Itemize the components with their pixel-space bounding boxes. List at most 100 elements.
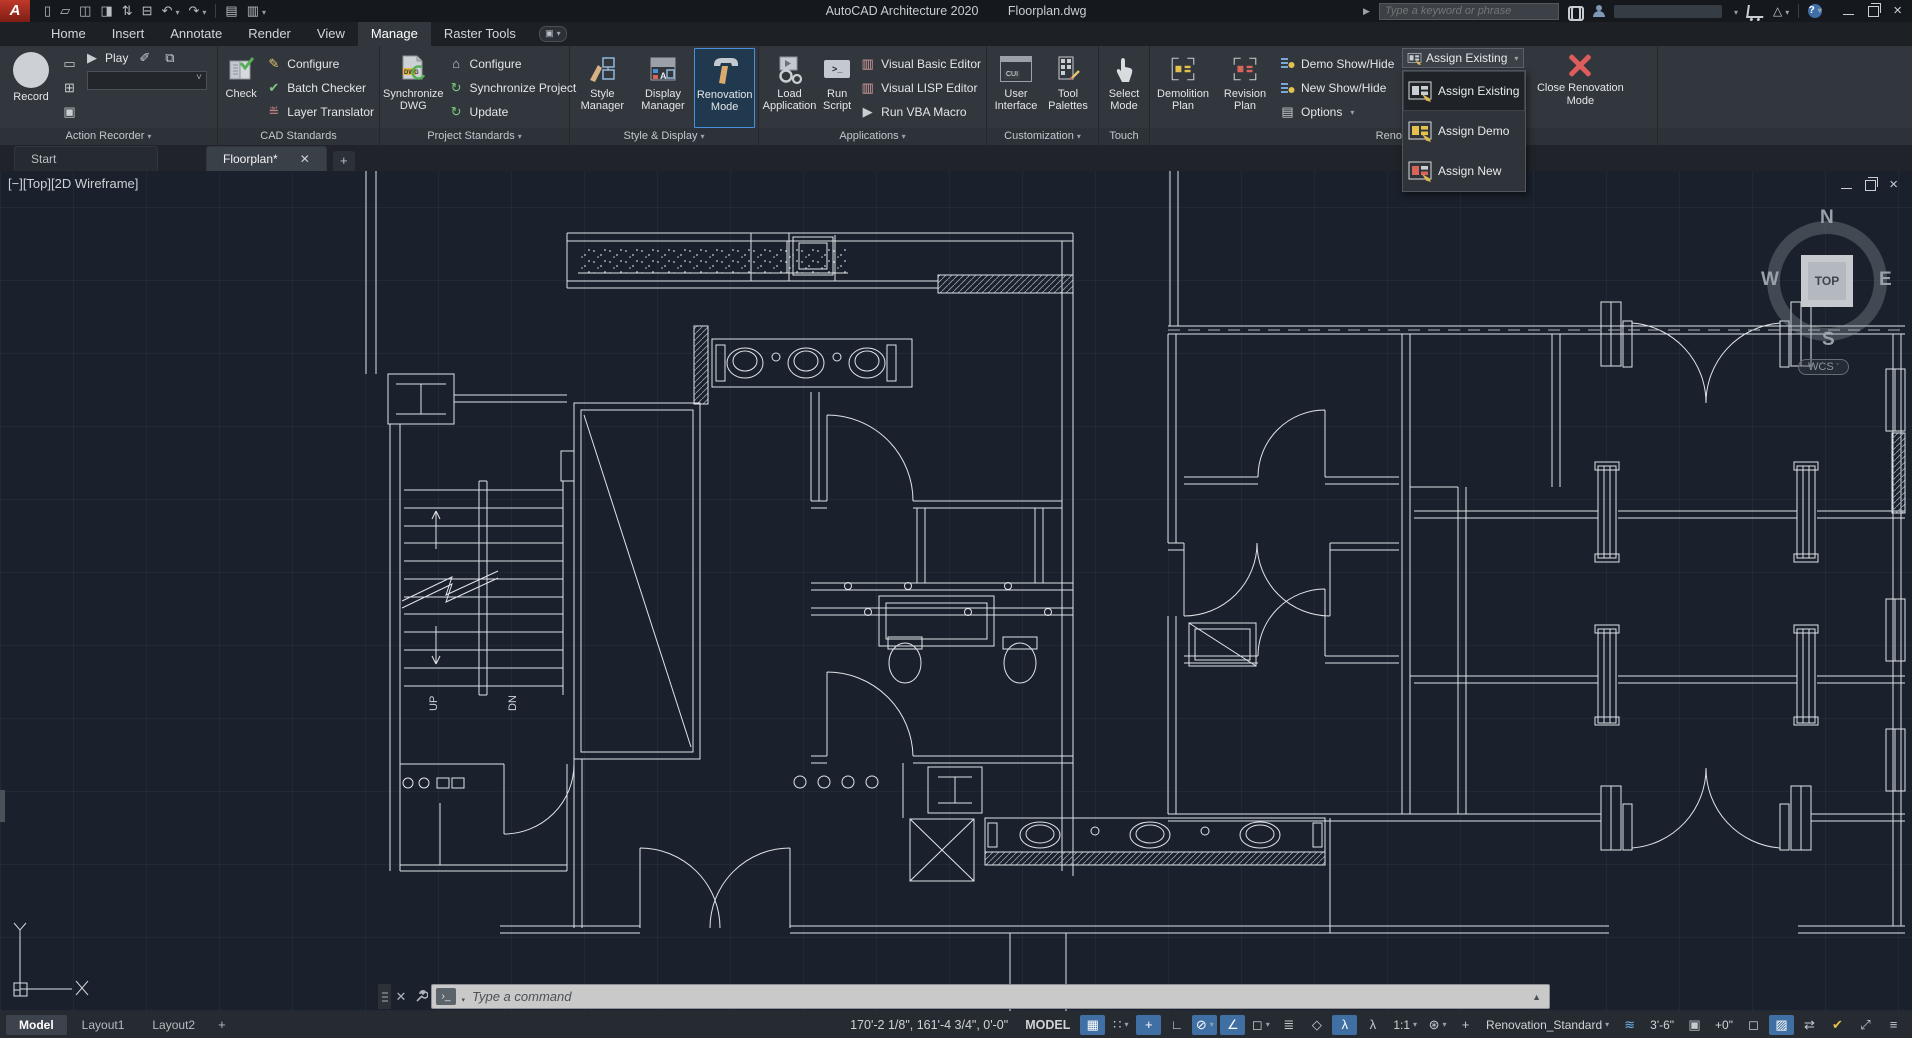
render-gallery-icon[interactable] xyxy=(539,26,567,42)
object-snap-icon[interactable]: ◻ xyxy=(1248,1015,1273,1035)
synchronize-dwg-button[interactable]: DWG Synchronize DWG xyxy=(383,48,444,128)
play-label[interactable]: Play xyxy=(105,51,128,65)
visual-lisp-editor-button[interactable]: ▥ Visual LISP Editor xyxy=(859,79,981,98)
xref-compare-icon[interactable]: ⇄ xyxy=(1797,1015,1822,1035)
store-cart-icon[interactable] xyxy=(1746,5,1765,18)
selection-cycling-icon[interactable]: ◇ xyxy=(1304,1015,1329,1035)
minimize-button[interactable] xyxy=(1843,14,1854,15)
search-expand-icon[interactable]: ▶ xyxy=(1363,6,1370,17)
model-tab[interactable]: Model xyxy=(6,1015,67,1035)
model-space-indicator[interactable]: MODEL xyxy=(1018,1018,1077,1032)
layer-translator-button[interactable]: ≝ Layer Translator xyxy=(265,103,374,122)
left-scrollbar-fragment[interactable] xyxy=(0,790,5,822)
viewcube-top-face[interactable]: TOP xyxy=(1801,255,1853,307)
command-input-bar[interactable]: Type a command ▲ xyxy=(431,984,1550,1009)
load-application-button[interactable]: Load Application xyxy=(762,48,817,128)
update-button[interactable]: ↻ Update xyxy=(448,103,577,122)
isometric-box-icon[interactable]: ▣ xyxy=(1682,1015,1707,1035)
tool-palettes-button[interactable]: Tool Palettes xyxy=(1044,48,1092,128)
panel-label-cad-standards[interactable]: CAD Standards xyxy=(218,128,379,145)
command-history-icon[interactable]: ▲ xyxy=(1532,992,1545,1002)
layer-states-icon[interactable]: ▥ xyxy=(247,3,266,19)
transfer-icon[interactable]: ⇅ xyxy=(122,3,133,19)
command-input[interactable]: Type a command xyxy=(472,989,1526,1004)
annotation-visibility-icon[interactable]: λ xyxy=(1332,1015,1357,1035)
command-bar-grip[interactable] xyxy=(378,984,391,1009)
user-interface-button[interactable]: User Interface xyxy=(990,48,1042,128)
viewcube-west[interactable]: W xyxy=(1761,269,1779,291)
wcs-menu[interactable]: WCS xyxy=(1798,359,1849,375)
tab-raster-tools[interactable]: Raster Tools xyxy=(431,22,529,46)
plot-icon[interactable]: ⊟ xyxy=(142,3,153,19)
app-logo-icon[interactable]: A xyxy=(0,0,30,22)
run-vba-macro-button[interactable]: ▶ Run VBA Macro xyxy=(859,103,981,122)
preference-icon[interactable]: ✐ xyxy=(136,50,153,66)
menu-item-assign-existing[interactable]: Assign Existing xyxy=(1403,71,1525,111)
panel-label-applications[interactable]: Applications xyxy=(759,128,986,145)
signed-in-user[interactable] xyxy=(1614,5,1722,18)
polar-tracking-icon[interactable]: ⊘ xyxy=(1192,1015,1217,1035)
new-drawing-tab-button[interactable]: + xyxy=(333,151,355,171)
command-bar-customize-icon[interactable] xyxy=(411,990,431,1004)
annotation-scale[interactable]: 1:1 xyxy=(1388,1018,1422,1032)
ortho-mode-icon[interactable]: ∟ xyxy=(1164,1015,1189,1035)
style-manager-button[interactable]: Style Manager xyxy=(573,48,632,128)
panel-label-style-display[interactable]: Style & Display xyxy=(570,128,758,145)
insert-base-point-icon[interactable]: ⊞ xyxy=(61,80,78,96)
visual-basic-editor-button[interactable]: ▥ Visual Basic Editor xyxy=(859,54,981,73)
viewcube-east[interactable]: E xyxy=(1879,269,1892,291)
viewcube[interactable]: N W E S TOP xyxy=(1767,221,1887,341)
synchronize-project-button[interactable]: ↻ Synchronize Project xyxy=(448,79,577,98)
menu-item-assign-demo[interactable]: Assign Demo xyxy=(1403,111,1525,151)
viewport-close-icon[interactable] xyxy=(1889,179,1898,191)
drawing-canvas[interactable]: [−][Top][2D Wireframe] xyxy=(0,171,1912,1011)
panel-label-touch[interactable]: Touch xyxy=(1099,128,1149,145)
sheet-set-icon[interactable]: ▤ xyxy=(225,3,237,19)
new-layout-button[interactable]: + xyxy=(210,1015,234,1034)
panel-label-customization[interactable]: Customization xyxy=(987,128,1098,145)
object-display-icon[interactable]: ◻ xyxy=(1741,1015,1766,1035)
workspace-switching-icon[interactable]: ⊛ xyxy=(1425,1015,1450,1035)
new-show-hide-button[interactable]: New Show/Hide xyxy=(1279,79,1394,98)
tab-manage[interactable]: Manage xyxy=(358,22,431,46)
isometric-drafting-icon[interactable]: ∠ xyxy=(1220,1015,1245,1035)
insert-message-icon[interactable]: ▭ xyxy=(61,56,78,72)
viewport-controls[interactable]: [−][Top][2D Wireframe] xyxy=(8,176,138,191)
tab-render[interactable]: Render xyxy=(235,22,304,46)
grid-icon[interactable]: ▦ xyxy=(1080,1015,1105,1035)
run-script-button[interactable]: Run Script xyxy=(819,48,855,128)
restore-button[interactable] xyxy=(1868,6,1879,17)
redo-icon[interactable]: ↷ xyxy=(188,3,206,19)
panel-label-action-recorder[interactable]: Action Recorder xyxy=(0,128,217,145)
menu-item-assign-new[interactable]: Assign New xyxy=(1403,151,1525,191)
search-icon[interactable] xyxy=(1568,6,1584,17)
renovation-standard-selector[interactable]: Renovation_Standard xyxy=(1481,1018,1614,1032)
autoscale-icon[interactable]: λ xyxy=(1360,1015,1385,1035)
tab-close-icon[interactable]: ✕ xyxy=(300,152,310,166)
dynamic-input-icon[interactable]: + xyxy=(1136,1015,1161,1035)
demolition-plan-button[interactable]: Demolition Plan xyxy=(1153,48,1213,128)
save-icon[interactable]: ◫ xyxy=(79,3,91,19)
record-button[interactable]: Record xyxy=(3,48,59,128)
lineweight-icon[interactable]: ≣ xyxy=(1276,1015,1301,1035)
configure-standards-button[interactable]: ✎ Configure xyxy=(265,54,374,73)
layout1-tab[interactable]: Layout1 xyxy=(69,1015,138,1035)
close-button[interactable] xyxy=(1893,5,1902,17)
account-icon[interactable] xyxy=(1593,5,1605,17)
viewcube-north[interactable]: N xyxy=(1820,207,1834,229)
file-tab-floorplan[interactable]: Floorplan* ✕ xyxy=(206,146,327,171)
account-dropdown-icon[interactable] xyxy=(1731,2,1738,20)
play-icon[interactable]: ▶ xyxy=(87,50,97,66)
batch-checker-button[interactable]: ✔ Batch Checker xyxy=(265,79,374,98)
file-tab-start[interactable]: Start xyxy=(14,146,158,171)
command-options-icon[interactable] xyxy=(436,988,456,1005)
a360-icon[interactable]: △ xyxy=(1773,4,1789,18)
save-as-icon[interactable]: ◨ xyxy=(100,3,112,19)
check-button[interactable]: Check xyxy=(221,48,261,128)
new-file-icon[interactable]: ▯ xyxy=(44,3,51,19)
viewport-minimize-icon[interactable] xyxy=(1841,188,1852,189)
viewcube-south[interactable]: S xyxy=(1822,329,1835,351)
open-file-icon[interactable]: ▱ xyxy=(60,3,70,19)
demo-show-hide-button[interactable]: Demo Show/Hide xyxy=(1279,54,1394,73)
viewport-restore-icon[interactable] xyxy=(1865,180,1876,191)
